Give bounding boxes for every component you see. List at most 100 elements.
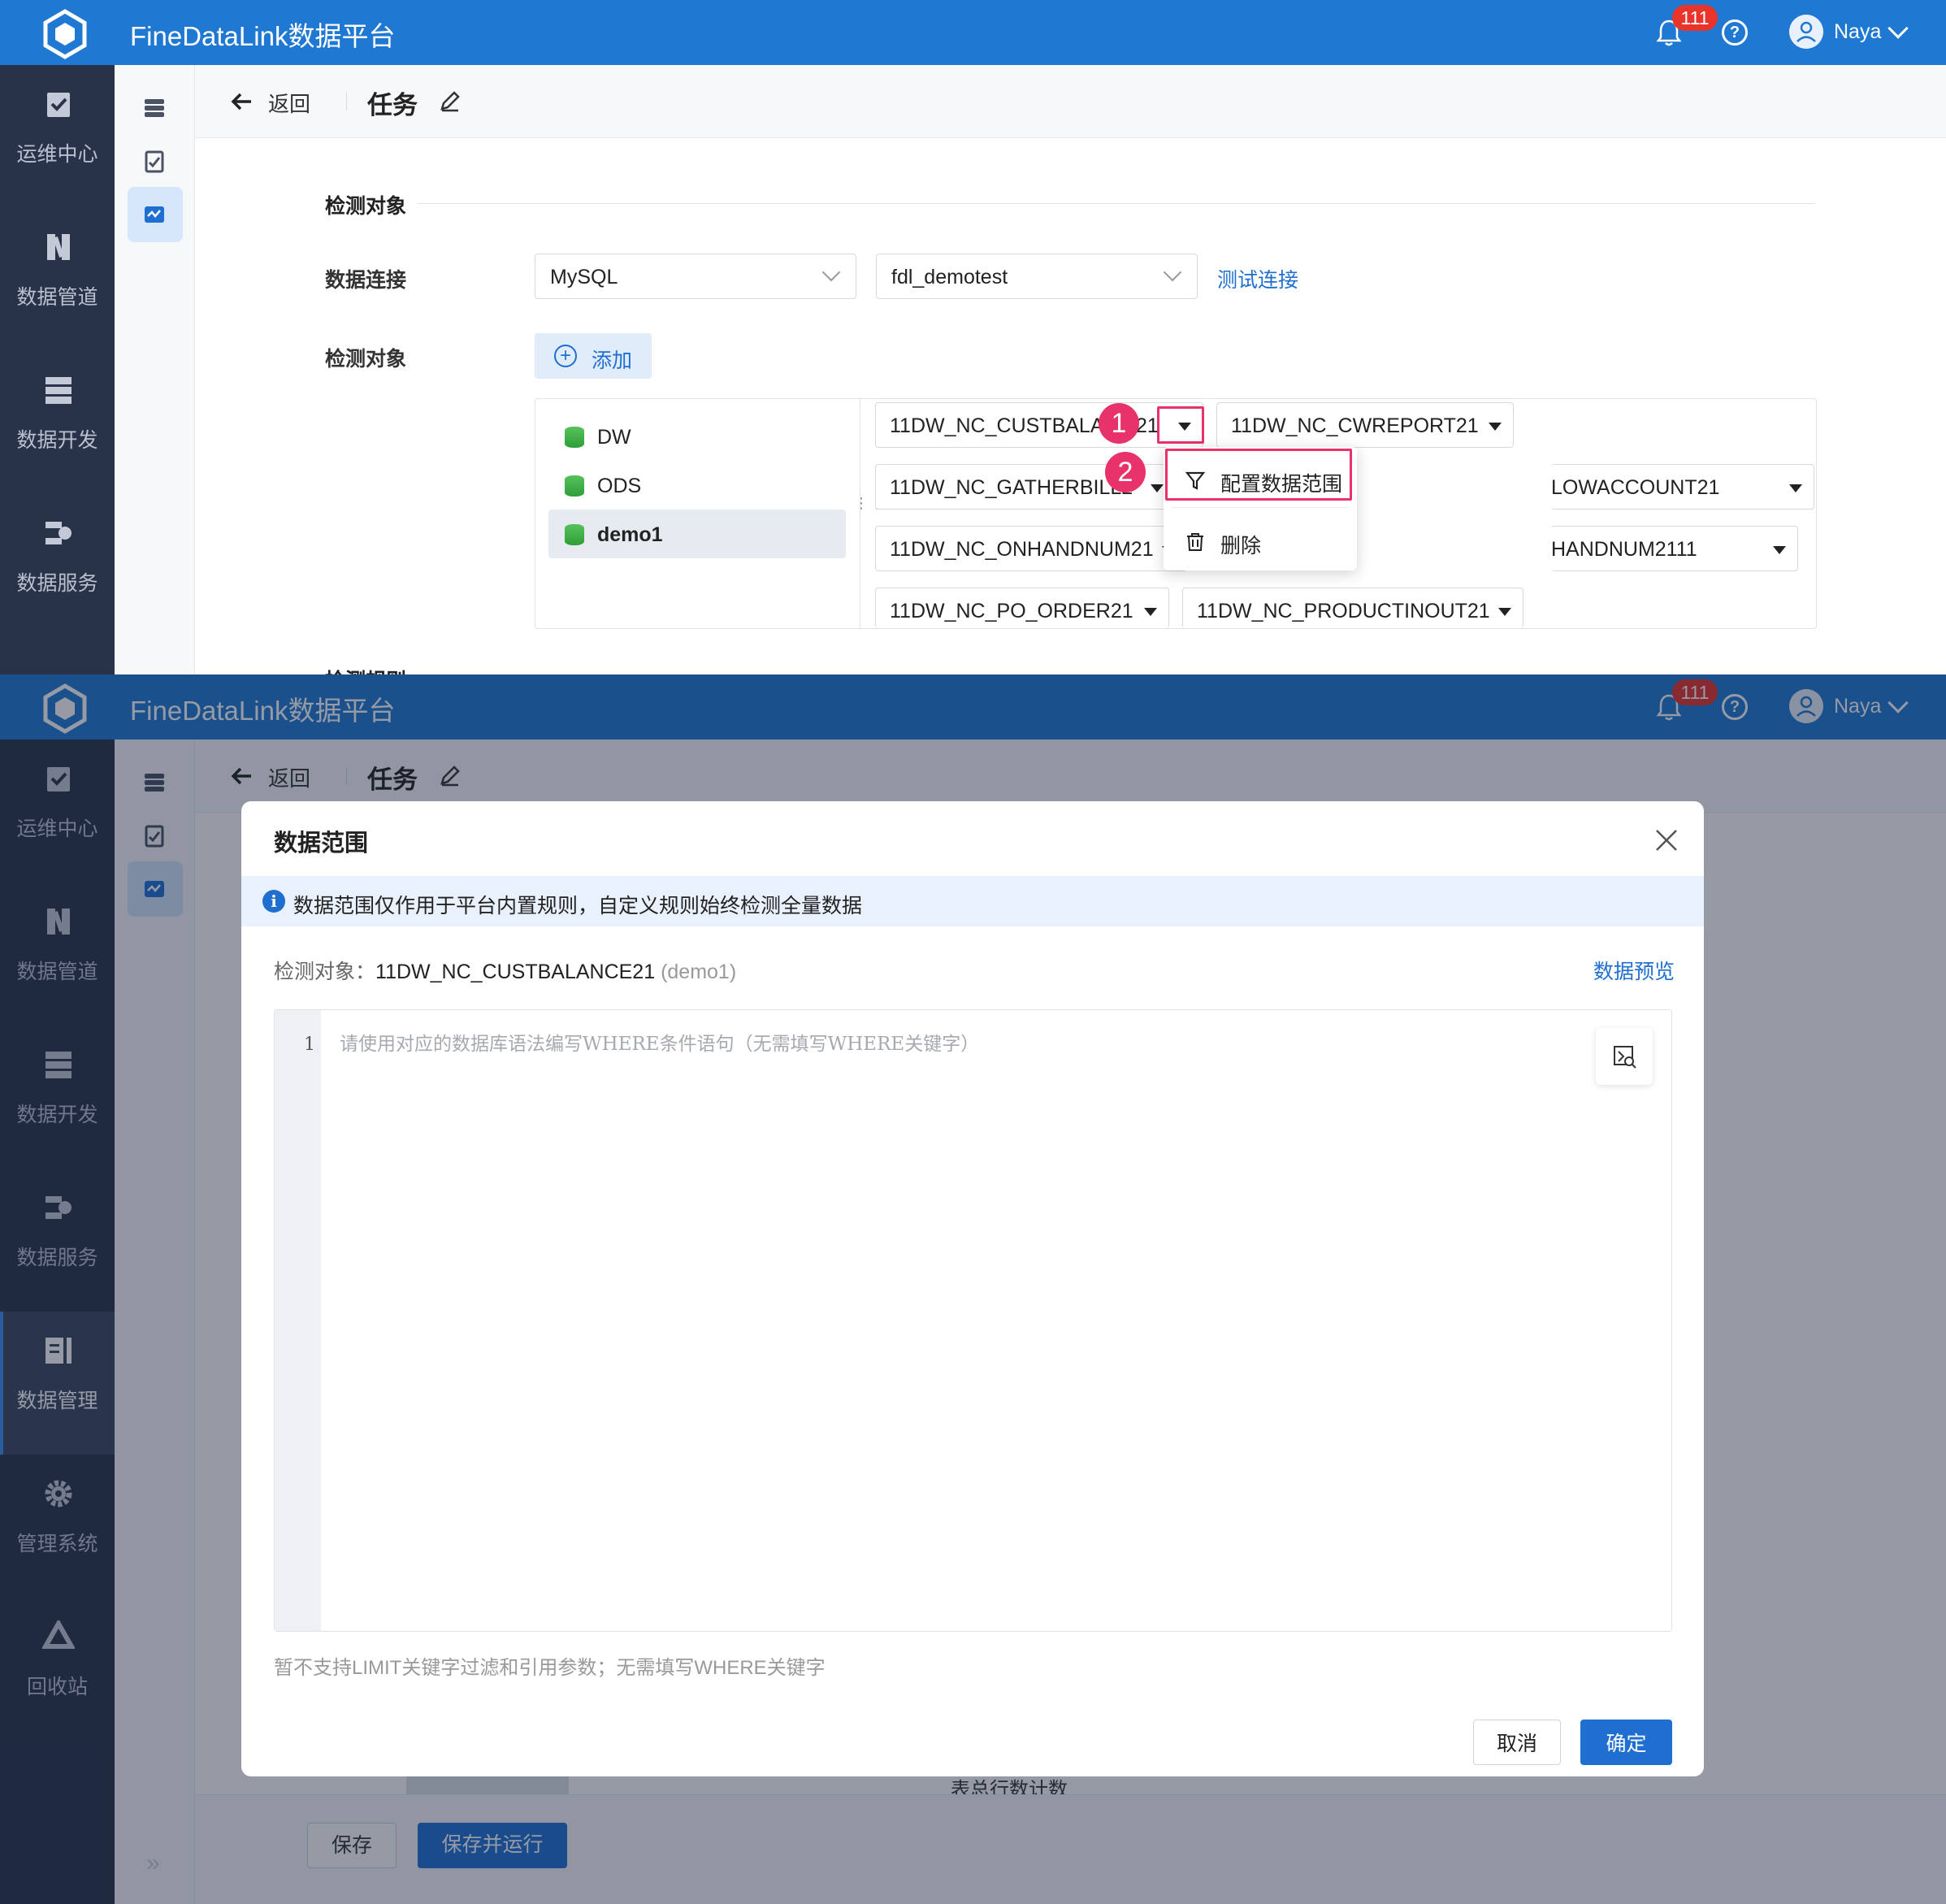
notification-badge: 111 — [1672, 5, 1718, 31]
add-button[interactable]: + 添加 — [535, 333, 652, 379]
test-connection-link[interactable]: 测试连接 — [1217, 264, 1298, 293]
page-header: 返回 任务 — [195, 65, 1946, 138]
database-icon — [565, 475, 584, 497]
object-name: 11DW_NC_CUSTBALANCE21 — [375, 961, 656, 983]
trash-icon — [1187, 533, 1203, 551]
data-preview-link[interactable]: 数据预览 — [1593, 956, 1675, 985]
table-tag[interactable]: 11DW_NC_PO_ORDER21 — [875, 588, 1169, 628]
nav-item-ops[interactable]: 运维中心 — [0, 65, 115, 208]
caret-down-icon[interactable] — [1773, 546, 1786, 554]
section-divider — [418, 203, 1815, 204]
caret-down-icon[interactable] — [1498, 608, 1511, 616]
object-schema: (demo1) — [661, 961, 737, 983]
table-tag[interactable]: 11DW_NC_PRODUCTINOUT21 — [1182, 588, 1523, 628]
pipeline-icon — [47, 234, 70, 260]
app-title: FineDataLink数据平台 — [130, 21, 396, 51]
dialog-title: 数据范围 — [274, 831, 369, 857]
table-tag[interactable]: 11DW_NC_ONHANDNUM21 — [875, 526, 1187, 571]
nav-item-dev[interactable]: 数据开发 — [0, 351, 115, 494]
dev-icon — [46, 377, 72, 404]
main-nav: 运维中心 数据管道 数据开发 数据服务 — [0, 65, 115, 674]
data-range-dialog: 数据范围 i 数据范围仅作用于平台内置规则，自定义规则始终检测全量数据 检测对象… — [241, 801, 1704, 1776]
main-content: 检测对象 数据连接 MySQL fdl_demotest 测试连接 检测对象 +… — [195, 138, 1946, 674]
tree-label: demo1 — [597, 523, 663, 546]
table-tag-label: 11DW_NC_ONHANDNUM21 — [890, 538, 1154, 561]
data-range-dialog-screen: FineDataLink数据平台 111 ? Naya 运维中心 数据管道 数据… — [0, 674, 1946, 1904]
finedatalink-logo-icon — [43, 9, 87, 59]
document-icon[interactable] — [142, 150, 167, 174]
highlight-caret — [1157, 406, 1204, 444]
help-icon[interactable]: ? — [1722, 20, 1748, 46]
table-tag[interactable]: 11DW_NC_CWREPORT21 — [1216, 402, 1514, 448]
format-button[interactable] — [1596, 1028, 1653, 1085]
info-icon: i — [262, 890, 285, 913]
confirm-button[interactable]: 确定 — [1580, 1720, 1672, 1765]
service-icon — [46, 522, 72, 544]
menu-item-label: 删除 — [1220, 535, 1262, 557]
edit-icon[interactable] — [437, 88, 463, 114]
tree-item-dw[interactable]: DW — [548, 412, 846, 461]
connection-select[interactable]: fdl_demotest — [876, 254, 1198, 299]
nav-item-pipeline[interactable]: 数据管道 — [0, 208, 115, 351]
table-tag[interactable]: 11DW_NC_CUSTBALAN 21 — [875, 402, 1203, 448]
arrow-left-icon[interactable] — [230, 89, 254, 114]
db-type-value: MySQL — [550, 266, 618, 288]
table-tag-label-tail: 21 — [1136, 414, 1159, 437]
database-icon[interactable] — [142, 96, 167, 120]
table-tag-label: 11DW_NC_CWREPORT21 — [1231, 414, 1479, 437]
line-gutter: 1 — [275, 1010, 321, 1631]
back-button[interactable]: 返回 — [268, 88, 310, 118]
section-title: 检测对象 — [325, 195, 407, 218]
page-title: 任务 — [367, 91, 418, 119]
close-icon[interactable] — [1652, 826, 1681, 855]
tree-label: ODS — [597, 475, 642, 497]
chevron-down-icon — [1163, 262, 1182, 282]
menu-divider — [1172, 507, 1349, 508]
connection-label: 数据连接 — [325, 269, 407, 292]
chevron-down-icon[interactable] — [1887, 18, 1909, 39]
connection-value: fdl_demotest — [891, 266, 1008, 288]
nav-label: 数据开发 — [16, 429, 98, 452]
nav-item-service[interactable]: 数据服务 — [0, 494, 115, 637]
table-tag-label: 11DW_NC_CUSTBALAN — [890, 414, 1119, 437]
tree-item-ods[interactable]: ODS — [548, 461, 846, 510]
db-type-select[interactable]: MySQL — [535, 254, 856, 299]
tree-label: DW — [597, 426, 631, 449]
next-section-title: 检测规则 — [325, 665, 406, 674]
table-tag[interactable]: LOWACCOUNT21 — [1551, 464, 1814, 510]
step-marker-1: 1 — [1099, 403, 1139, 444]
chevron-down-icon — [821, 262, 841, 282]
caret-down-icon[interactable] — [1151, 484, 1164, 492]
info-notice: i 数据范围仅作用于平台内置规则，自定义规则始终检测全量数据 — [241, 876, 1704, 926]
task-config-screen: FineDataLink数据平台 111 ? Naya 运维中心 数据管道 数据… — [0, 0, 1946, 674]
caret-down-icon[interactable] — [1789, 484, 1802, 492]
ops-icon — [47, 93, 70, 117]
database-icon — [565, 427, 584, 448]
caret-down-icon[interactable] — [1144, 608, 1157, 616]
monitor-icon[interactable] — [142, 202, 167, 227]
object-info: 检测对象：11DW_NC_CUSTBALANCE21 (demo1) — [274, 956, 736, 985]
table-tag-label: LOWACCOUNT21 — [1551, 476, 1720, 499]
notice-text: 数据范围仅作用于平台内置规则，自定义规则始终检测全量数据 — [293, 895, 863, 917]
database-icon — [565, 524, 584, 545]
format-code-icon — [1614, 1046, 1636, 1069]
sql-editor[interactable]: 1 — [274, 1009, 1672, 1632]
nav-label: 运维中心 — [16, 143, 98, 166]
where-condition-input[interactable] — [340, 1028, 1558, 1060]
menu-item-delete[interactable]: 删除 — [1164, 514, 1357, 570]
table-tag-label: 11DW_NC_PRODUCTINOUT21 — [1197, 600, 1490, 622]
object-key: 检测对象： — [274, 961, 376, 983]
tree-item-demo1[interactable]: demo1 — [548, 510, 846, 558]
drag-handle-icon[interactable]: ⋮⋮ — [854, 496, 884, 524]
plus-circle-icon: + — [554, 345, 577, 367]
line-number: 1 — [304, 1034, 315, 1055]
username[interactable]: Naya — [1834, 20, 1881, 44]
objects-label: 检测对象 — [325, 348, 407, 371]
avatar[interactable] — [1789, 15, 1823, 49]
nav-label: 数据服务 — [16, 572, 98, 595]
add-label: 添加 — [592, 349, 633, 372]
editor-hint: 暂不支持LIMIT关键字过滤和引用参数；无需填写WHERE关键字 — [274, 1657, 826, 1679]
cancel-button[interactable]: 取消 — [1473, 1720, 1561, 1765]
caret-down-icon[interactable] — [1489, 423, 1502, 431]
table-tag[interactable]: HANDNUM2111 — [1551, 526, 1798, 571]
